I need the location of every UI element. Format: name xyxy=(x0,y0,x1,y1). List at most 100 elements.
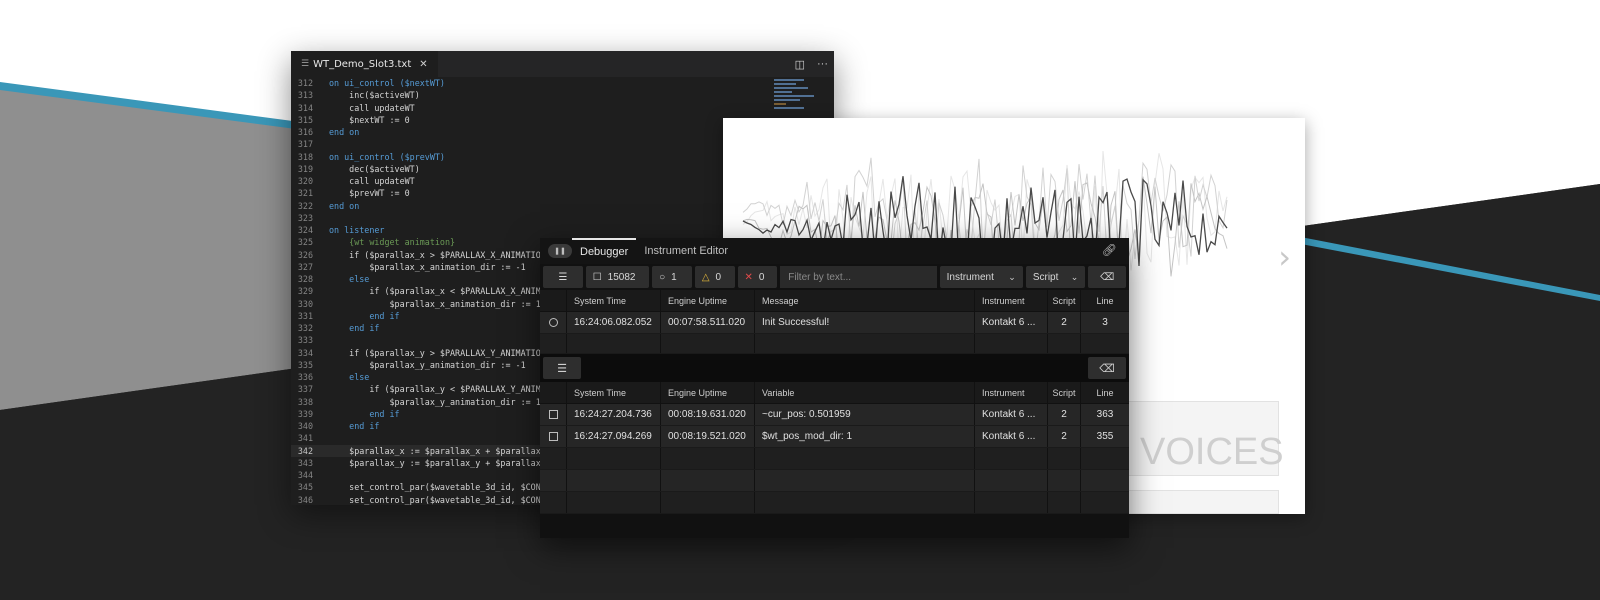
code-text: set_control_par($wavetable_3d_id, $CON xyxy=(329,494,541,505)
header-instrument[interactable]: Instrument xyxy=(975,382,1048,403)
empty-cell xyxy=(975,470,1048,491)
debugger-tab-bar: ❚❚ Debugger Instrument Editor 🔗︎ xyxy=(540,238,1129,264)
empty-cell xyxy=(567,492,661,513)
info-circle-icon xyxy=(548,318,558,327)
script-dropdown[interactable]: Script ⌄ xyxy=(1025,266,1086,288)
empty-cell xyxy=(975,334,1048,353)
voices-box-lower xyxy=(1123,490,1279,514)
square-icon: ☐ xyxy=(592,271,602,283)
code-text: call updateWT xyxy=(329,176,415,186)
script-dropdown-label: Script xyxy=(1032,271,1059,283)
line-number: 343 xyxy=(297,457,313,468)
code-text: $parallax_x_animation_dir := -1 xyxy=(329,261,526,272)
table-row[interactable]: 16:24:27.204.736 00:08:19.631.020 ~cur_p… xyxy=(540,404,1129,426)
cell-message: Init Successful! xyxy=(755,312,975,333)
cell-instrument: Kontakt 6 ... xyxy=(975,312,1048,333)
header-system-time[interactable]: System Time xyxy=(567,382,661,403)
code-text: {wt widget animation} xyxy=(329,237,456,248)
total-count-button[interactable]: ☐ 15082 xyxy=(585,266,650,288)
line-number: 316 xyxy=(297,127,313,137)
line-number: 312 xyxy=(297,78,313,88)
debugger-toolbar: ☰ ☐ 15082 ○ 1 △ 0 ✕ 0 Instrument ⌄ Scrip… xyxy=(540,264,1129,290)
variable-table-header: System Time Engine Uptime Variable Instr… xyxy=(540,382,1129,404)
link-icon[interactable]: 🔗︎ xyxy=(1102,243,1117,257)
empty-cell xyxy=(755,492,975,513)
cell-system-time: 16:24:27.204.736 xyxy=(567,404,661,425)
more-icon[interactable]: ··· xyxy=(817,58,828,70)
header-spacer xyxy=(540,290,567,311)
empty-cell xyxy=(1081,492,1129,513)
editor-tab-bar: ☰ WT_Demo_Slot3.txt ✕ ◫ ··· xyxy=(291,51,834,77)
empty-cell xyxy=(567,334,661,353)
empty-cell xyxy=(1048,470,1081,491)
line-number: 317 xyxy=(297,139,313,150)
line-number: 323 xyxy=(297,212,313,223)
code-line[interactable]: 312 on ui_control ($nextWT) xyxy=(291,77,834,89)
row-checkbox[interactable] xyxy=(540,404,567,425)
cell-line: 3 xyxy=(1102,317,1108,328)
sliders-icon[interactable]: ☰ xyxy=(543,357,581,379)
cell-engine-uptime: 00:08:19.521.020 xyxy=(661,426,755,447)
eraser-icon[interactable]: ⌫ xyxy=(1088,357,1126,379)
cell-variable: ~cur_pos: 0.501959 xyxy=(755,404,975,425)
info-count-button[interactable]: ○ 1 xyxy=(652,266,692,288)
code-line[interactable]: 313 inc($activeWT) xyxy=(291,89,834,101)
header-system-time[interactable]: System Time xyxy=(567,290,661,311)
header-script[interactable]: Script xyxy=(1048,290,1081,311)
pause-icon[interactable]: ❚❚ xyxy=(548,244,572,258)
table-row[interactable]: 16:24:27.094.269 00:08:19.521.020 $wt_po… xyxy=(540,426,1129,448)
line-number: 344 xyxy=(297,470,313,480)
line-number: 326 xyxy=(297,249,313,260)
empty-cell xyxy=(540,334,567,353)
header-line[interactable]: Line xyxy=(1081,382,1129,403)
tab-instrument-editor[interactable]: Instrument Editor xyxy=(636,238,736,264)
cell-script: 2 xyxy=(1048,404,1081,425)
total-count: 15082 xyxy=(607,271,636,283)
empty-cell xyxy=(540,492,567,513)
voices-label: VOICES xyxy=(1140,431,1284,473)
tab-debugger[interactable]: Debugger xyxy=(572,238,637,264)
header-message[interactable]: Message xyxy=(755,290,975,311)
header-engine-uptime[interactable]: Engine Uptime xyxy=(661,382,755,403)
line-number: 345 xyxy=(297,482,313,493)
header-script[interactable]: Script xyxy=(1048,382,1081,403)
header-variable[interactable]: Variable xyxy=(755,382,975,403)
split-editor-icon[interactable]: ◫ xyxy=(795,58,805,71)
close-icon[interactable]: ✕ xyxy=(419,59,427,70)
line-number: 340 xyxy=(297,421,313,431)
header-instrument[interactable]: Instrument xyxy=(975,290,1048,311)
filter-input[interactable] xyxy=(780,266,937,288)
error-count-button[interactable]: ✕ 0 xyxy=(737,266,778,288)
code-text: call updateWT xyxy=(329,102,415,113)
code-text: on ui_control ($nextWT) xyxy=(329,78,445,88)
debugger-panel: ❚❚ Debugger Instrument Editor 🔗︎ ☰ ☐ 150… xyxy=(540,238,1129,538)
code-line[interactable]: 314 call updateWT xyxy=(291,102,834,114)
eraser-icon[interactable]: ⌫ xyxy=(1088,266,1126,288)
editor-tab[interactable]: ☰ WT_Demo_Slot3.txt ✕ xyxy=(291,51,438,77)
line-number: 324 xyxy=(297,225,313,235)
code-text: if ($parallax_y < $PARALLAX_Y_ANIM xyxy=(329,384,541,395)
code-text: inc($activeWT) xyxy=(329,90,420,101)
sliders-icon[interactable]: ☰ xyxy=(543,266,583,288)
header-engine-uptime[interactable]: Engine Uptime xyxy=(661,290,755,311)
empty-cell xyxy=(661,492,755,513)
voices-box: VOICES xyxy=(1123,401,1284,476)
chevron-down-icon: ⌄ xyxy=(1008,271,1016,282)
warning-count-button[interactable]: △ 0 xyxy=(694,266,735,288)
line-number: 337 xyxy=(297,384,313,395)
instrument-dropdown[interactable]: Instrument ⌄ xyxy=(939,266,1023,288)
empty-cell xyxy=(975,448,1048,469)
row-checkbox[interactable] xyxy=(540,426,567,447)
line-number: 313 xyxy=(297,90,313,101)
line-number: 327 xyxy=(297,261,313,272)
empty-row xyxy=(540,492,1129,514)
code-text: if ($parallax_x > $PARALLAX_X_ANIMATIO xyxy=(329,249,541,260)
table-row[interactable]: 16:24:06.082.052 00:07:58.511.020 Init S… xyxy=(540,312,1129,334)
cell-system-time: 16:24:06.082.052 xyxy=(567,312,661,333)
chevron-right-icon[interactable]: › xyxy=(1278,238,1291,276)
chevron-down-icon: ⌄ xyxy=(1070,271,1079,282)
header-line[interactable]: Line xyxy=(1081,290,1129,311)
line-number: 330 xyxy=(297,298,313,309)
circle-icon: ○ xyxy=(659,271,666,283)
